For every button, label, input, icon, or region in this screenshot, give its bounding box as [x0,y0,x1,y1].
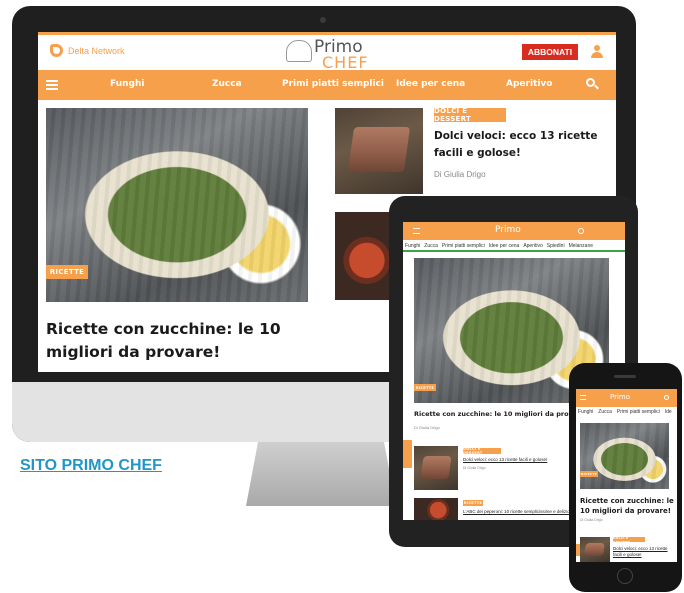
tablet-item2-image[interactable] [414,498,458,520]
subscribe-button[interactable]: ABBONATI [522,44,578,60]
phone-featured-tag[interactable]: RICETTE [580,471,598,477]
user-icon[interactable] [591,45,603,59]
phone-featured-image[interactable] [580,423,669,489]
chef-hat-icon [286,40,312,62]
phone-featured-author: Di Giulia Drigo [580,518,603,522]
side-article-title[interactable]: Dolci veloci: ecco 13 ricette facili e g… [434,128,606,162]
nav-item-aperitivo[interactable]: Aperitivo [506,79,552,89]
phone-screen: Primo Funghi Zucca Primi piatti semplici… [576,389,677,562]
tablet-nav-item[interactable]: Spiedini [547,243,565,249]
tablet-item2-tag[interactable]: RICETTE [463,500,483,506]
phone-featured-title[interactable]: Ricette con zucchine: le 10 migliori da … [580,496,675,516]
phone-speaker [614,375,636,378]
tablet-item1-tag[interactable]: DOLCI E DESSERT [463,447,501,455]
tablet-nav-item[interactable]: Primi piatti semplici [442,243,485,249]
tablet-subnav: Funghi Zucca Primi piatti semplici Idee … [403,240,625,252]
phone-nav-item[interactable]: Primi piatti semplici [617,409,660,415]
tablet-side-tab[interactable] [403,440,412,468]
tablet-featured-author: Di Giulia Drigo [414,425,440,430]
phone-item1-title[interactable]: Dolci veloci: ecco 13 ricette facili e g… [613,546,673,558]
phone-subnav: Funghi Zucca Primi piatti semplici Ide [576,407,677,417]
tablet-nav-item[interactable]: Idee per cena [489,243,520,249]
search-icon[interactable] [586,78,599,90]
phone-menu-icon[interactable] [580,395,586,400]
tablet-nav-item[interactable]: Melanzane [569,243,593,249]
primo-chef-logo[interactable]: Primo CHEF [286,37,376,72]
side-article-image[interactable] [335,108,423,194]
tablet-logo[interactable]: Primo [495,225,521,235]
network-label: Delta Network [68,45,125,56]
tablet-featured-tag[interactable]: RICETTE [414,384,436,391]
tablet-item2-title[interactable]: L'ABC dei peperoni: 10 ricette semplicis… [463,509,574,514]
site-link[interactable]: SITO PRIMO CHEF [20,457,162,475]
tablet-item1-title[interactable]: Dolci veloci: ecco 13 ricette facili e g… [463,457,547,462]
nav-item-zucca[interactable]: Zucca [212,79,242,89]
phone-nav-item[interactable]: Funghi [578,409,593,415]
tablet-nav-item[interactable]: Funghi [405,243,420,249]
tablet-item1-image[interactable] [414,446,458,490]
featured-title[interactable]: Ricette con zucchine: le 10 migliori da … [46,318,296,364]
delta-icon [50,44,63,57]
phone-search-icon[interactable] [664,395,669,400]
phone-item1-image[interactable] [580,537,610,562]
phone-logo[interactable]: Primo [610,393,630,401]
tablet-nav-item[interactable]: Aperitivo [523,243,542,249]
menu-icon[interactable] [46,80,58,90]
side-article-tag[interactable]: DOLCI E DESSERT [434,107,506,123]
tablet-menu-icon[interactable] [413,228,420,234]
phone-home-button[interactable] [617,568,633,584]
tablet-nav-item[interactable]: Zucca [424,243,438,249]
nav-item-idee[interactable]: Idee per cena [396,79,465,89]
phone-item1-tag[interactable]: DOLCI E DESSERT [613,536,645,544]
nav-item-funghi[interactable]: Funghi [110,79,144,89]
monitor-stand [246,442,396,506]
top-accent-line [38,32,616,35]
phone-nav-item[interactable]: Zucca [598,409,612,415]
featured-tag[interactable]: RICETTE [46,265,88,279]
tablet-item1-author: Di Giulia Drigo [463,466,486,470]
delta-network-logo[interactable]: Delta Network [50,44,125,57]
nav-item-primi[interactable]: Primi piatti semplici [282,79,384,89]
tablet-search-icon[interactable] [578,228,584,234]
phone-nav-item[interactable]: Ide [665,409,672,415]
side-article-author: Di Giulia Drigo [434,170,486,179]
monitor-camera [320,17,326,23]
second-article-image[interactable] [335,212,393,300]
